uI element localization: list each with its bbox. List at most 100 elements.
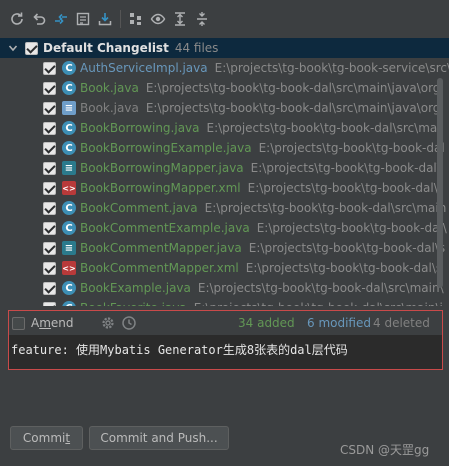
java-class-icon: C (62, 141, 76, 155)
compiled-class-icon: ≡ (62, 101, 76, 115)
commit-button[interactable]: Commi t (10, 426, 83, 450)
file-row[interactable]: C BookExample.java E:\projects\tg-book\tg-… (0, 278, 449, 298)
file-checkbox[interactable] (43, 101, 56, 115)
file-path: E:\projects\tg-book\tg-book-dal\ (247, 181, 438, 195)
expand-all-icon[interactable] (172, 11, 188, 27)
file-row[interactable]: C BookComment.java E:\projects\tg-book\tg-… (0, 198, 449, 218)
commit-button-mnemonic: t (65, 431, 71, 445)
shelve-icon[interactable] (97, 11, 113, 27)
refresh-icon[interactable] (9, 11, 25, 27)
view-options-icon[interactable] (150, 11, 166, 27)
file-path: E:\projects\tg-book\tg-book-dal (258, 141, 445, 155)
file-checkbox[interactable] (43, 221, 56, 235)
file-row[interactable]: C BookBorrowing.java E:\projects\tg-book\t… (0, 118, 449, 138)
changelist-count: 44 files (174, 41, 219, 55)
java-class-icon: C (62, 81, 76, 95)
file-row[interactable]: ≡ Book.java E:\projects\tg-book\tg-book-da… (0, 98, 449, 118)
commit-button-label: Commi (22, 431, 66, 445)
file-row[interactable]: C Book.java E:\projects\tg-book\tg-book-da… (0, 78, 449, 98)
file-name: BookCommentMapper.xml (80, 261, 239, 275)
file-row[interactable]: <> BookCommentMapper.xml E:\projects\tg-bo… (0, 258, 449, 278)
diff-icon[interactable] (53, 11, 69, 27)
file-checkbox[interactable] (43, 121, 56, 135)
java-class-icon: C (62, 301, 76, 306)
history-clock-icon[interactable] (121, 315, 137, 331)
mapper-interface-icon: ≡ (62, 241, 76, 255)
file-row[interactable]: C BookCommentExample.java E:\projects\tg-b… (0, 218, 449, 238)
file-path: E:\projects\tg-book\tg-book-dal\s (248, 241, 446, 255)
amend-label-prefix: A (31, 316, 40, 330)
modified-count: 6 modified (307, 316, 371, 330)
toolbar-separator (120, 10, 121, 28)
file-row[interactable]: ≡ BookCommentMapper.java E:\projects\tg-bo… (0, 238, 449, 258)
file-row[interactable]: C BookFavorite.java E:\projects\tg-book\tg… (0, 298, 449, 306)
file-row[interactable]: <> BookBorrowingMapper.xml E:\projects\tg-… (0, 178, 449, 198)
file-checkbox[interactable] (43, 161, 56, 175)
java-class-icon: C (62, 201, 76, 215)
file-checkbox[interactable] (43, 181, 56, 195)
file-path: E:\projects\tg-book\tg-book-dal\src\main… (145, 101, 441, 115)
file-name: BookFavorite.java (80, 301, 187, 306)
collapse-all-icon[interactable] (194, 11, 210, 27)
file-checkbox[interactable] (43, 81, 56, 95)
file-path: E:\projects\tg-book\tg-book-dal\src\mai (206, 121, 441, 135)
file-checkbox[interactable] (43, 241, 56, 255)
file-checkbox[interactable] (43, 201, 56, 215)
rollback-icon[interactable] (31, 11, 47, 27)
changes-toolbar (0, 0, 449, 38)
file-row[interactable]: C BookBorrowingExample.java E:\projects\tg… (0, 138, 449, 158)
file-path: E:\projects\tg-book\tg-book-dal\src\main… (194, 301, 443, 306)
java-class-icon: C (62, 281, 76, 295)
changes-tree: Default Changelist 44 files C AuthService… (0, 38, 449, 306)
mapper-interface-icon: ≡ (62, 161, 76, 175)
file-name: Book.java (80, 81, 139, 95)
file-checkbox[interactable] (43, 301, 56, 306)
added-count: 34 added (238, 316, 295, 330)
amend-label-mnemonic: m (39, 316, 51, 330)
amend-label[interactable]: Amend (31, 316, 74, 330)
file-row[interactable]: C AuthServiceImpl.java E:\projects\tg-book… (0, 58, 449, 78)
deleted-count: 4 deleted (373, 316, 430, 330)
chevron-down-icon[interactable] (8, 43, 18, 53)
file-path: E:\projects\tg-book\tg-book-dal\src\main… (145, 81, 441, 95)
group-by-icon[interactable] (128, 11, 144, 27)
file-name: AuthServiceImpl.java (80, 61, 208, 75)
file-path: E:\projects\tg-book\tg-book-dal\src\main… (197, 281, 444, 295)
xml-file-icon: <> (62, 181, 76, 195)
file-checkbox[interactable] (43, 61, 56, 75)
file-name: BookBorrowingMapper.xml (80, 181, 241, 195)
xml-file-icon: <> (62, 261, 76, 275)
commit-message-input[interactable]: feature: 使用Mybatis Generator生成8张表的dal层代码 (11, 341, 348, 358)
file-path: E:\projects\tg-book\tg-book-service\src\ (214, 61, 449, 75)
file-path: E:\projects\tg-book\tg-book-dal\ (250, 161, 441, 175)
file-row[interactable]: ≡ BookBorrowingMapper.java E:\projects\tg-… (0, 158, 449, 178)
file-name: BookComment.java (80, 201, 198, 215)
changelist-icon[interactable] (75, 11, 91, 27)
commit-message-panel: Amend 34 added 6 modified 4 deleted feat… (8, 310, 443, 370)
changelist-checkbox[interactable] (25, 41, 38, 55)
file-name: BookBorrowingExample.java (80, 141, 252, 155)
settings-gear-icon[interactable] (100, 315, 116, 331)
file-name: BookCommentExample.java (80, 221, 250, 235)
file-path: E:\projects\tg-book\tg-book-dal\ (256, 221, 447, 235)
file-checkbox[interactable] (43, 281, 56, 295)
java-class-icon: C (62, 61, 76, 75)
changelist-group-row[interactable]: Default Changelist 44 files (0, 38, 449, 58)
file-path: E:\projects\tg-book\tg-book-dal\s (245, 261, 443, 275)
file-name: BookBorrowingMapper.java (80, 161, 244, 175)
changelist-name: Default Changelist (43, 41, 169, 55)
watermark-text: CSDN @天罡gg (340, 443, 430, 457)
file-name: BookExample.java (80, 281, 191, 295)
file-name: BookBorrowing.java (80, 121, 200, 135)
file-name: Book.java (80, 101, 139, 115)
file-checkbox[interactable] (43, 261, 56, 275)
commit-options-bar: Amend 34 added 6 modified 4 deleted (9, 311, 442, 335)
file-checkbox[interactable] (43, 141, 56, 155)
amend-label-suffix: end (50, 316, 74, 330)
java-class-icon: C (62, 121, 76, 135)
java-class-icon: C (62, 221, 76, 235)
amend-checkbox[interactable] (12, 316, 25, 330)
commit-and-push-button[interactable]: Commit and Push... (89, 426, 229, 450)
tree-scrollbar[interactable] (437, 78, 443, 288)
file-path: E:\projects\tg-book\tg-book-dal\src\main (204, 201, 447, 215)
